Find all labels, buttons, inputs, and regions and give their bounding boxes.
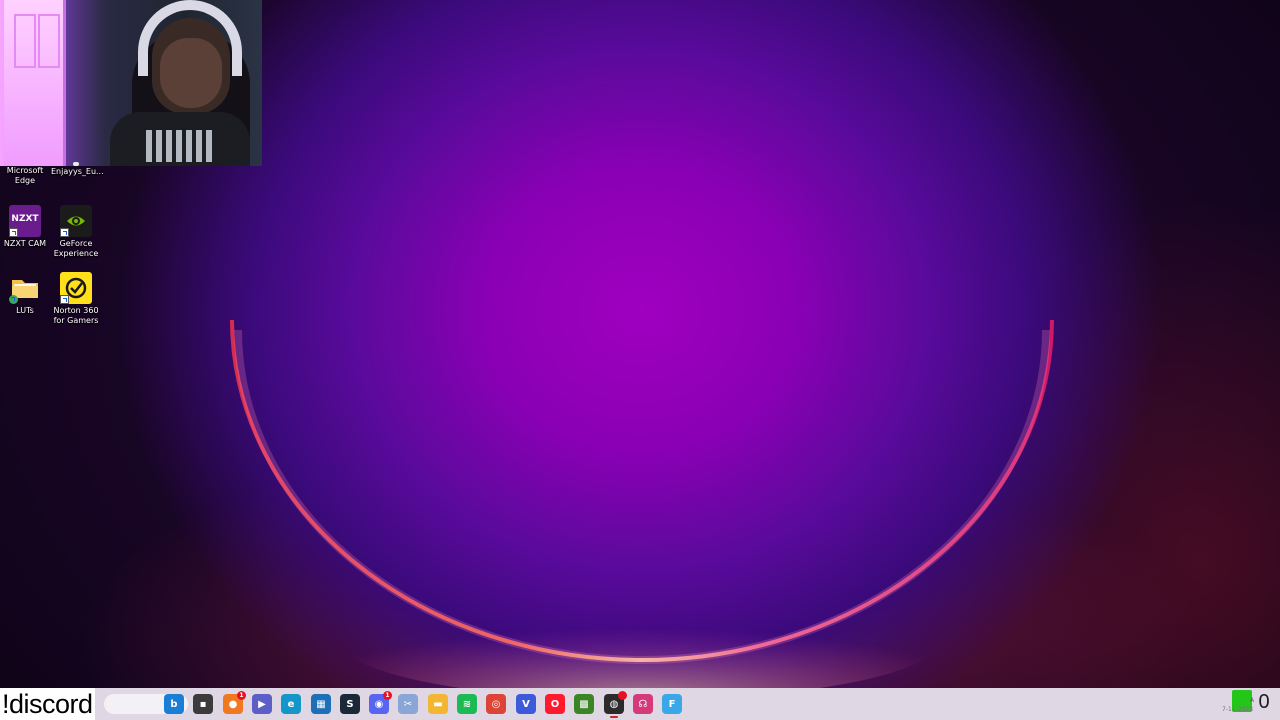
vpn-glyph: V	[522, 698, 530, 710]
webcam-overlay	[0, 0, 262, 166]
tray-label: A	[1250, 697, 1255, 704]
discord-glyph: ◉	[374, 698, 384, 710]
webcam-background-door	[4, 0, 66, 166]
file-explorer-glyph: ▬	[433, 698, 443, 710]
nzxt-cam-icon: NZXT	[9, 205, 41, 237]
spotify-icon[interactable]: ≋	[457, 694, 477, 714]
teams-chat-icon[interactable]: ▶	[252, 694, 272, 714]
chrome-glyph: ◎	[491, 698, 501, 710]
app-orange-glyph: ●	[228, 698, 238, 710]
notepad-glyph: F	[668, 698, 676, 710]
minecraft-glyph: ▩	[579, 698, 589, 710]
notification-badge: 1	[237, 691, 246, 700]
webcam-shirt-print	[146, 130, 214, 162]
shortcut-arrow-icon	[60, 228, 69, 237]
spotify-glyph: ≋	[462, 698, 472, 710]
desktop-icon-label: Microsoft Edge	[6, 166, 44, 185]
tray-counter: 0	[1258, 691, 1270, 713]
file-icon	[73, 162, 79, 166]
edge-glyph: e	[287, 698, 295, 710]
obs-glyph: ◍	[609, 698, 619, 710]
headset-app-icon[interactable]: ☊	[633, 694, 653, 714]
vpn-icon[interactable]: V	[516, 694, 536, 714]
opera-icon[interactable]: O	[545, 694, 565, 714]
shortcut-arrow-icon	[9, 228, 18, 237]
desktop-icon-nzxt-cam[interactable]: NZXT NZXT CAM	[0, 205, 50, 249]
task-view-icon[interactable]: ▪	[193, 694, 213, 714]
bing-icon[interactable]: b	[164, 694, 184, 714]
webcam-headphones	[138, 0, 242, 76]
shortcut-arrow-icon	[60, 295, 69, 304]
store-glyph: ▦	[316, 698, 326, 710]
nvidia-icon	[60, 205, 92, 237]
minecraft-icon[interactable]: ▩	[574, 694, 594, 714]
desktop-icon-label: Norton 360 for Gamers	[53, 306, 99, 325]
desktop-icon-edge[interactable]: Microsoft Edge	[0, 166, 50, 186]
edge-icon[interactable]: e	[281, 694, 301, 714]
snipping-tool-icon[interactable]: ✂	[398, 694, 418, 714]
desktop-icon-label: NZXT CAM	[3, 239, 47, 248]
norton-icon	[60, 272, 92, 304]
desktop-icon-label: LUTs	[16, 306, 34, 315]
desktop-icon-norton[interactable]: Norton 360 for Gamers	[51, 272, 101, 326]
desktop-icon-label: GeForce Experience	[53, 239, 99, 258]
chrome-icon[interactable]: ◎	[486, 694, 506, 714]
task-view-glyph: ▪	[199, 698, 207, 710]
desktop-icon-luts[interactable]: LUTs	[0, 272, 50, 316]
notification-badge	[618, 691, 627, 700]
nzxt-logo-text: NZXT	[11, 214, 39, 224]
headset-app-glyph: ☊	[638, 698, 648, 710]
running-indicator	[610, 716, 618, 718]
steam-glyph: S	[346, 698, 354, 710]
file-explorer-icon[interactable]: ▬	[428, 694, 448, 714]
teams-chat-glyph: ▶	[258, 698, 266, 710]
store-icon[interactable]: ▦	[311, 694, 331, 714]
opera-glyph: O	[550, 698, 560, 710]
desktop-icon-geforce[interactable]: GeForce Experience	[51, 205, 101, 259]
obs-icon[interactable]: ◍	[604, 691, 627, 718]
notepad-icon[interactable]: F	[662, 694, 682, 714]
desktop-icon-enjayys[interactable]: Enjayys_Eu...	[51, 162, 104, 177]
folder-icon	[9, 272, 41, 304]
app-orange-icon[interactable]: ● 1	[223, 691, 246, 714]
notification-badge: 1	[383, 691, 392, 700]
steam-icon[interactable]: S	[340, 694, 360, 714]
discord-icon[interactable]: ◉ 1	[369, 691, 392, 714]
snipping-tool-glyph: ✂	[403, 698, 413, 710]
bing-glyph: b	[170, 698, 178, 710]
stream-command-overlay: !discord	[0, 688, 95, 720]
sync-status-icon	[9, 295, 18, 304]
desktop-icon-label: Enjayys_Eu...	[51, 167, 104, 176]
taskbar-clock[interactable]: 7-11-2023	[1222, 706, 1253, 713]
